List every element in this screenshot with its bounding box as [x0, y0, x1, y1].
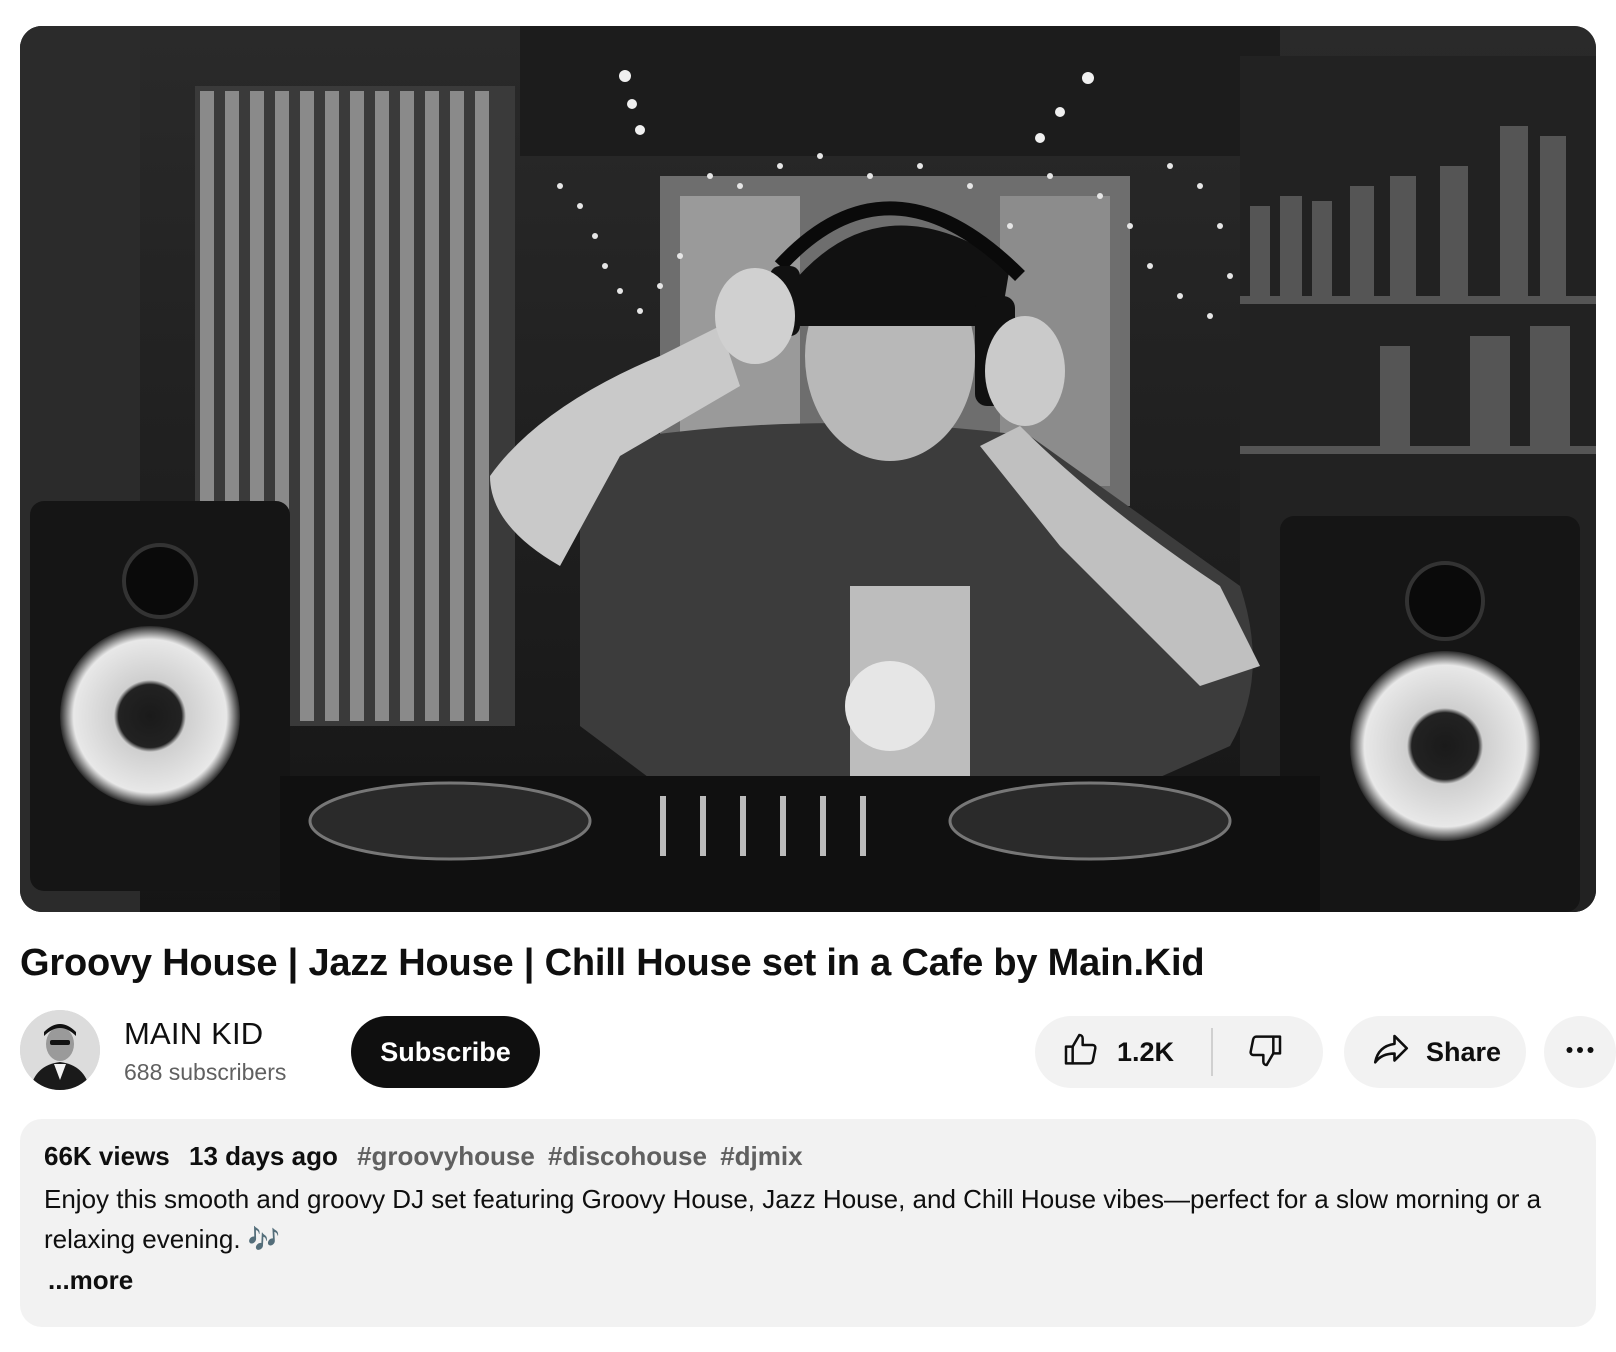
video-player[interactable] [20, 26, 1596, 912]
more-actions-button[interactable] [1544, 1016, 1616, 1088]
share-arrow-icon [1370, 1029, 1412, 1076]
thumbs-down-icon [1245, 1030, 1285, 1075]
hashtag-list: #groovyhouse #discohouse #djmix [357, 1141, 809, 1171]
show-more-button[interactable]: ...more [48, 1263, 133, 1297]
thumbs-up-icon [1061, 1030, 1101, 1075]
description-text: Enjoy this smooth and groovy DJ set feat… [44, 1184, 1542, 1254]
avatar-image [20, 1010, 100, 1090]
description-meta: 66K views 13 days ago #groovyhouse #disc… [44, 1139, 809, 1173]
owner-row: MAIN KID 688 subscribers Subscribe 1.2K [20, 1010, 1616, 1090]
video-frame [20, 26, 1596, 912]
channel-name[interactable]: MAIN KID [124, 1016, 263, 1052]
subscribe-button[interactable]: Subscribe [351, 1016, 540, 1088]
video-title: Groovy House | Jazz House | Chill House … [20, 942, 1205, 984]
upload-age: 13 days ago [188, 1141, 338, 1171]
like-button[interactable]: 1.2K [1035, 1016, 1211, 1088]
hashtag-link[interactable]: #djmix [720, 1141, 802, 1171]
dislike-button[interactable] [1213, 1016, 1317, 1088]
view-count: 66K views [44, 1141, 170, 1171]
like-count: 1.2K [1117, 1036, 1175, 1067]
share-button[interactable]: Share [1344, 1016, 1526, 1088]
description-box[interactable]: 66K views 13 days ago #groovyhouse #disc… [20, 1119, 1596, 1327]
like-dislike-group: 1.2K [1035, 1016, 1323, 1088]
channel-avatar[interactable] [20, 1010, 100, 1090]
share-label: Share [1426, 1036, 1502, 1067]
more-horizontal-icon [1562, 1032, 1598, 1073]
hashtag-link[interactable]: #groovyhouse [357, 1141, 535, 1171]
hashtag-link[interactable]: #discohouse [548, 1141, 707, 1171]
subscriber-count: 688 subscribers [124, 1059, 287, 1085]
